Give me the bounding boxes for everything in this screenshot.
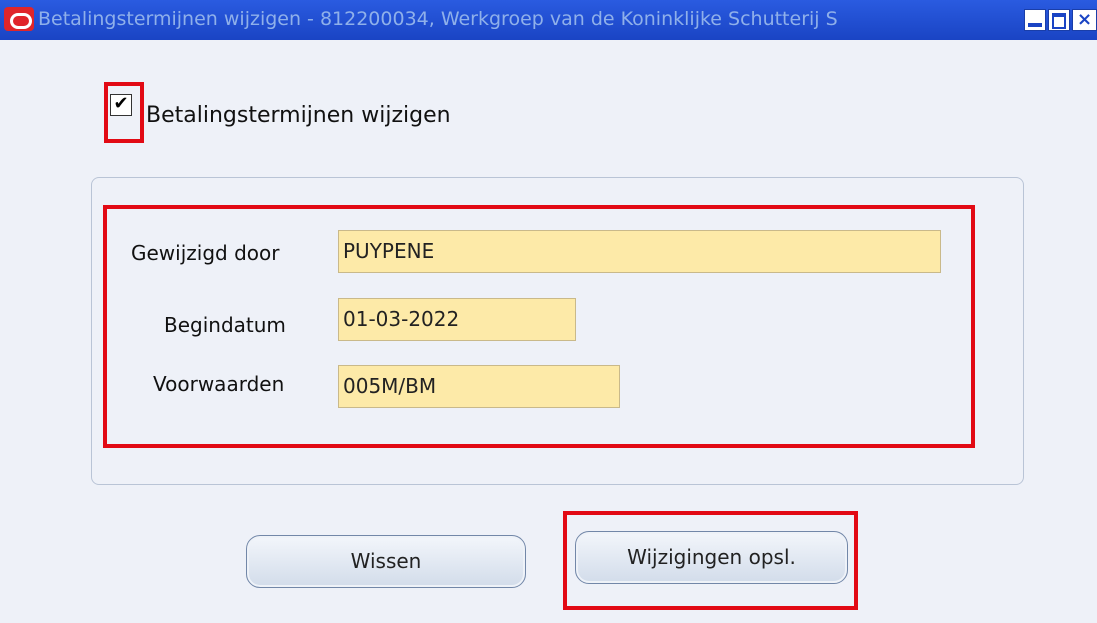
conditions-label: Voorwaarden (153, 372, 285, 396)
modified-by-field[interactable]: PUYPENE (338, 230, 941, 273)
change-terms-checkbox[interactable]: ✔ (110, 94, 132, 116)
minimize-icon[interactable] (1024, 9, 1046, 31)
window-titlebar: Betalingstermijnen wijzigen - 812200034,… (0, 0, 1097, 40)
maximize-icon[interactable] (1048, 9, 1070, 31)
close-icon[interactable]: × (1072, 9, 1097, 31)
checkmark-icon: ✔ (113, 93, 129, 114)
conditions-field[interactable]: 005M/BM (338, 365, 620, 408)
window-title: Betalingstermijnen wijzigen - 812200034,… (38, 8, 838, 30)
save-changes-button[interactable]: Wijzigingen opsl. (575, 531, 848, 584)
change-terms-label: Betalingstermijnen wijzigen (146, 103, 451, 128)
start-date-label: Begindatum (164, 313, 286, 337)
clear-button[interactable]: Wissen (246, 535, 526, 588)
start-date-field[interactable]: 01-03-2022 (338, 298, 576, 341)
oracle-logo-icon (4, 7, 34, 31)
modified-by-label: Gewijzigd door (131, 241, 280, 265)
